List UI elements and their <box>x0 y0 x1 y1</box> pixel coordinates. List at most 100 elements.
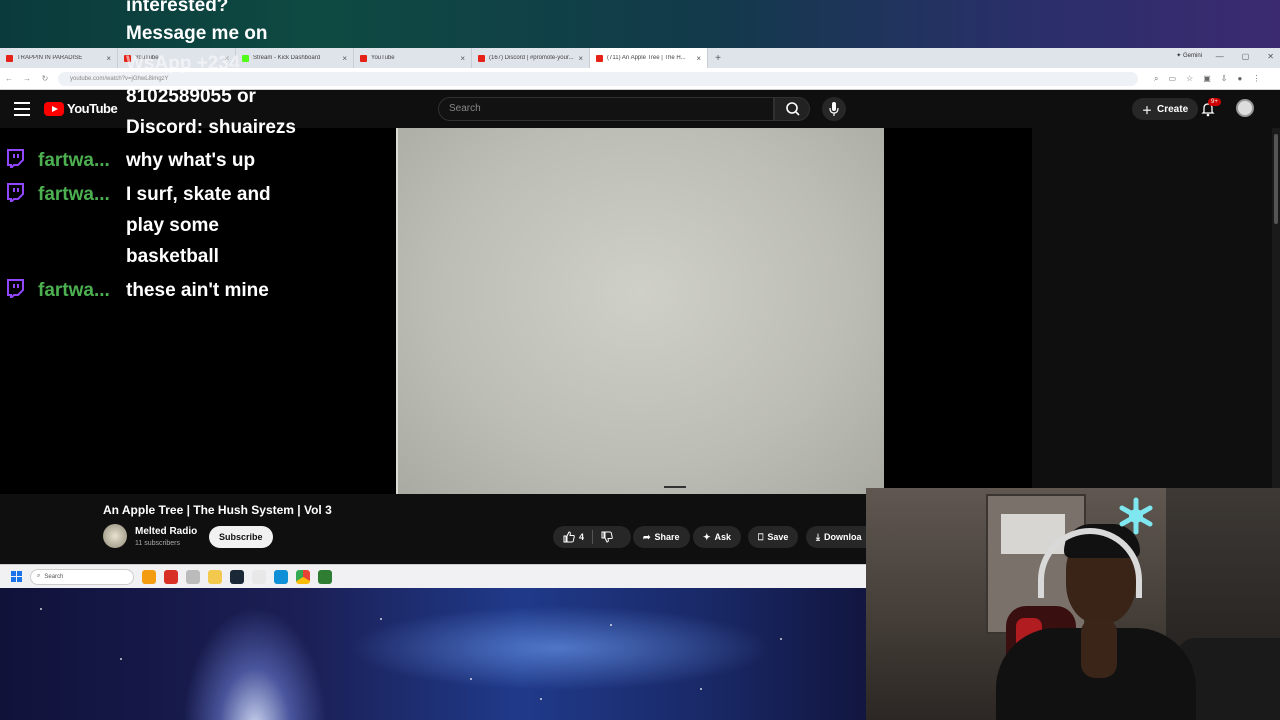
taskbar-search-icon: ⌕ <box>37 573 41 579</box>
terminal-icon[interactable] <box>318 569 332 584</box>
youtube-favicon-icon <box>360 54 367 62</box>
download-button[interactable]: ⤓ Downloa <box>806 526 866 548</box>
chat-message: why what's up <box>126 150 256 171</box>
channel-name[interactable]: Melted Radio <box>135 526 197 537</box>
download-arrow-icon: ⤓ <box>816 531 820 542</box>
chrome-icon[interactable] <box>296 569 310 584</box>
thumbs-down-icon[interactable] <box>601 531 613 543</box>
close-tab-icon[interactable]: × <box>696 54 701 63</box>
thumbs-up-icon <box>563 531 575 543</box>
ask-button[interactable]: ✦ Ask <box>693 526 742 548</box>
kick-favicon-icon <box>242 54 249 62</box>
taskbar-apps <box>142 569 332 584</box>
chat-line: WsApp +234 <box>126 53 240 74</box>
desktop-wallpaper-bottom <box>0 588 866 720</box>
maximize-icon[interactable]: ▢ <box>1242 52 1250 61</box>
bookmark-icon: ⎕ <box>758 531 764 542</box>
youtube-play-icon <box>44 101 64 116</box>
close-tab-icon[interactable]: × <box>342 54 347 63</box>
account-avatar[interactable] <box>1236 99 1254 117</box>
close-tab-icon[interactable]: × <box>578 54 583 63</box>
webcam-streamer-hand <box>1081 618 1117 678</box>
channel-avatar[interactable] <box>103 524 127 548</box>
like-divider <box>592 530 594 544</box>
youtube-wordmark: YouTube <box>67 101 118 116</box>
search-button[interactable] <box>774 97 810 121</box>
profile-icon[interactable]: ● <box>1237 74 1242 84</box>
share-icon: ➦ <box>643 531 651 542</box>
download-label: Downloa <box>823 532 862 542</box>
file-explorer-icon[interactable] <box>208 569 222 584</box>
like-count: 4 <box>579 532 585 542</box>
tab-label: YouTube <box>371 55 395 61</box>
window-controls: — ▢ ✕ <box>1216 52 1274 61</box>
youtube-favicon-icon <box>6 54 13 62</box>
search-input[interactable]: Search <box>438 97 774 121</box>
chat-line: Message me on <box>126 23 268 44</box>
youtube-favicon-icon <box>596 54 603 62</box>
red-app-icon[interactable] <box>164 569 178 584</box>
bookmark-star-icon[interactable]: ☆ <box>1186 74 1193 84</box>
reload-icon[interactable]: ↻ <box>36 74 54 83</box>
voice-search-button[interactable] <box>822 97 846 121</box>
back-icon[interactable]: ← <box>0 74 18 83</box>
create-label: Create <box>1157 103 1189 115</box>
plus-icon: ＋ <box>1142 105 1152 117</box>
tab-label: Stream - Kick Dashboard <box>253 55 321 61</box>
like-dislike-group: 4 <box>553 526 631 548</box>
search-icon <box>786 102 800 116</box>
weather-app-icon[interactable] <box>142 569 156 584</box>
browser-tab-active[interactable]: (711) An Apple Tree | The H... × <box>590 48 708 68</box>
subscriber-count: 11 subscribers <box>135 540 181 547</box>
ask-label: Ask <box>714 532 732 542</box>
video-title: An Apple Tree | The Hush System | Vol 3 <box>103 503 332 517</box>
settings-app-icon[interactable] <box>186 569 200 584</box>
hamburger-menu-icon[interactable] <box>14 102 30 120</box>
create-button[interactable]: ＋ Create <box>1132 98 1199 120</box>
browser-tab[interactable]: YouTube × <box>354 48 472 68</box>
menu-dots-icon[interactable]: ⋮ <box>1252 74 1260 84</box>
chat-message: these ain't mine <box>126 280 269 301</box>
taskbar-search-input[interactable]: ⌕ Search <box>30 568 134 585</box>
close-tab-icon[interactable]: × <box>460 54 465 63</box>
cast-icon[interactable]: ▭ <box>1168 74 1176 84</box>
video-frame[interactable] <box>396 128 884 494</box>
youtube-logo[interactable]: YouTube <box>44 101 118 116</box>
extensions-icon[interactable]: ▣ <box>1203 74 1211 84</box>
webcam-feed <box>866 488 1280 720</box>
zoom-icon[interactable]: ⌕ <box>1154 74 1158 84</box>
chat-line: Discord: shuairezs <box>126 117 296 138</box>
new-tab-button[interactable]: + <box>708 53 728 64</box>
minimize-icon[interactable]: — <box>1216 52 1224 61</box>
save-label: Save <box>767 532 789 542</box>
chat-username: fartwa... <box>38 150 110 171</box>
gemini-button[interactable]: ✦ Gemini <box>1176 52 1202 59</box>
browser-tab[interactable]: Stream - Kick Dashboard × <box>236 48 354 68</box>
microphone-icon <box>829 102 839 116</box>
edge-icon[interactable] <box>274 569 288 584</box>
taskbar-search-placeholder: Search <box>44 573 64 580</box>
share-label: Share <box>654 532 680 542</box>
notepad-icon[interactable] <box>252 569 266 584</box>
close-window-icon[interactable]: ✕ <box>1267 52 1274 61</box>
subscribe-button[interactable]: Subscribe <box>209 526 273 548</box>
save-button[interactable]: ⎕ Save <box>748 526 799 548</box>
close-tab-icon[interactable]: × <box>106 54 111 63</box>
steam-icon[interactable] <box>230 569 244 584</box>
forward-icon[interactable]: → <box>18 74 36 83</box>
like-button[interactable]: 4 <box>563 531 584 543</box>
notification-badge: 9+ <box>1208 98 1221 106</box>
chat-username: fartwa... <box>38 280 110 301</box>
windows-start-icon[interactable] <box>11 571 22 582</box>
chat-username: fartwa... <box>38 184 110 205</box>
browser-tab[interactable]: (167) Discord | #promote-your... × <box>472 48 590 68</box>
snowflake-icon <box>1119 497 1153 535</box>
download-icon[interactable]: ⇩ <box>1221 74 1228 84</box>
twitch-icon <box>7 279 24 298</box>
tab-label: (711) An Apple Tree | The H... <box>607 55 686 61</box>
share-button[interactable]: ➦ Share <box>633 526 690 548</box>
search-placeholder: Search <box>449 103 481 114</box>
video-scrub-marker[interactable] <box>664 486 686 488</box>
scrollbar-thumb[interactable] <box>1274 134 1278 224</box>
browser-tab[interactable]: TRAPPIN IN PARADISE × <box>0 48 118 68</box>
